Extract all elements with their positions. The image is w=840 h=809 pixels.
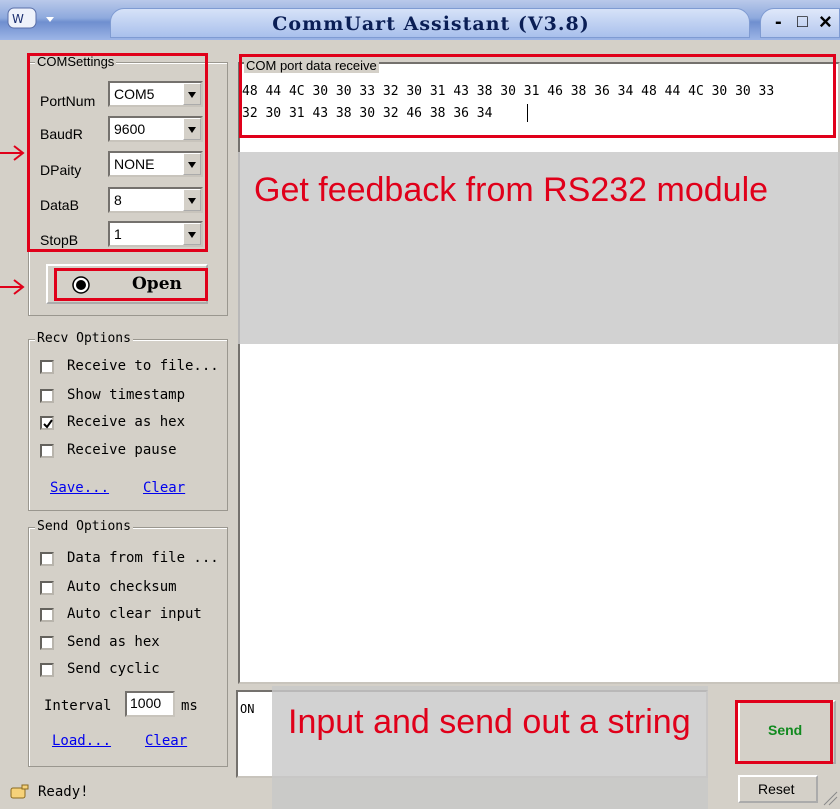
- checkbox[interactable]: [40, 552, 54, 566]
- parity-value: NONE: [114, 156, 155, 172]
- send-option-label: Auto checksum: [67, 579, 177, 595]
- send-option-label: Send as hex: [67, 634, 160, 650]
- stopbits-label: StopB: [40, 232, 79, 248]
- chevron-down-icon[interactable]: [183, 118, 201, 140]
- port-label: PortNum: [40, 93, 96, 109]
- send-option-label: Send cyclic: [67, 661, 160, 677]
- baud-select[interactable]: 9600: [108, 116, 203, 142]
- open-button-highlight: [54, 268, 208, 301]
- recv-option-label: Receive to file...: [67, 358, 219, 374]
- chevron-down-icon[interactable]: [183, 153, 201, 175]
- checkbox[interactable]: [40, 663, 54, 677]
- chevron-down-icon[interactable]: [183, 189, 201, 211]
- checkmark-icon: [43, 419, 53, 429]
- checkbox[interactable]: [40, 581, 54, 595]
- send-option-label: Data from file ...: [67, 550, 219, 566]
- databits-select[interactable]: 8: [108, 187, 203, 213]
- port-select[interactable]: COM5: [108, 81, 203, 107]
- interval-unit: ms: [181, 698, 198, 714]
- checkbox[interactable]: [40, 360, 54, 374]
- window-title: CommUart Assistant (V3.8): [272, 13, 590, 35]
- checkbox[interactable]: [40, 608, 54, 622]
- interval-label: Interval: [44, 698, 112, 714]
- send-input-value: ON: [240, 702, 255, 716]
- send-caption: Input and send out a string: [272, 686, 708, 809]
- receive-highlight: [239, 54, 836, 138]
- baud-label: BaudR: [40, 126, 83, 142]
- maximize-icon[interactable]: □: [797, 11, 808, 32]
- parity-label: DPaity: [40, 162, 82, 178]
- receive-caption: Get feedback from RS232 module: [238, 152, 840, 344]
- reset-button[interactable]: Reset: [738, 775, 818, 803]
- receive-caption-text: Get feedback from RS232 module: [254, 171, 769, 209]
- interval-value: 1000: [130, 695, 162, 711]
- svg-text:W: W: [12, 12, 24, 26]
- send-button-highlight: [735, 700, 833, 764]
- system-menu-icon[interactable]: W: [6, 6, 64, 32]
- send-options-title: Send Options: [35, 519, 133, 534]
- recv-option-label: Receive pause: [67, 442, 177, 458]
- databits-label: DataB: [40, 197, 79, 213]
- recv-clear-link[interactable]: Clear: [143, 480, 185, 496]
- title-tab: CommUart Assistant (V3.8): [110, 8, 750, 38]
- status-hand-icon: [10, 784, 29, 799]
- recv-option-label: Show timestamp: [67, 387, 186, 403]
- stopbits-value: 1: [114, 226, 122, 242]
- recv-options-title: Recv Options: [35, 331, 133, 346]
- send-option-label: Auto clear input: [67, 606, 202, 622]
- resize-grip-icon[interactable]: [820, 788, 838, 806]
- checkbox[interactable]: [40, 444, 54, 458]
- chevron-down-icon[interactable]: [183, 223, 201, 245]
- window-controls: - □ ×: [760, 8, 840, 38]
- save-link[interactable]: Save...: [50, 480, 109, 496]
- checkbox-checked[interactable]: [40, 416, 54, 430]
- port-value: COM5: [114, 86, 155, 102]
- recv-option-label: Receive as hex: [67, 414, 186, 430]
- checkbox[interactable]: [40, 389, 54, 403]
- close-icon[interactable]: ×: [819, 9, 832, 35]
- load-link[interactable]: Load...: [52, 733, 111, 749]
- minimize-icon[interactable]: -: [775, 11, 782, 34]
- title-bar: W CommUart Assistant (V3.8) - □ ×: [0, 0, 840, 40]
- chevron-down-icon[interactable]: [183, 83, 201, 105]
- interval-input[interactable]: 1000: [125, 691, 175, 717]
- baud-value: 9600: [114, 121, 146, 137]
- checkbox[interactable]: [40, 636, 54, 650]
- databits-value: 8: [114, 192, 122, 208]
- parity-select[interactable]: NONE: [108, 151, 203, 177]
- status-text: Ready!: [38, 784, 89, 800]
- reset-button-label: Reset: [758, 781, 795, 797]
- send-caption-text: Input and send out a string: [288, 703, 691, 741]
- send-clear-link[interactable]: Clear: [145, 733, 187, 749]
- stopbits-select[interactable]: 1: [108, 221, 203, 247]
- annotation-arrows: [0, 145, 25, 295]
